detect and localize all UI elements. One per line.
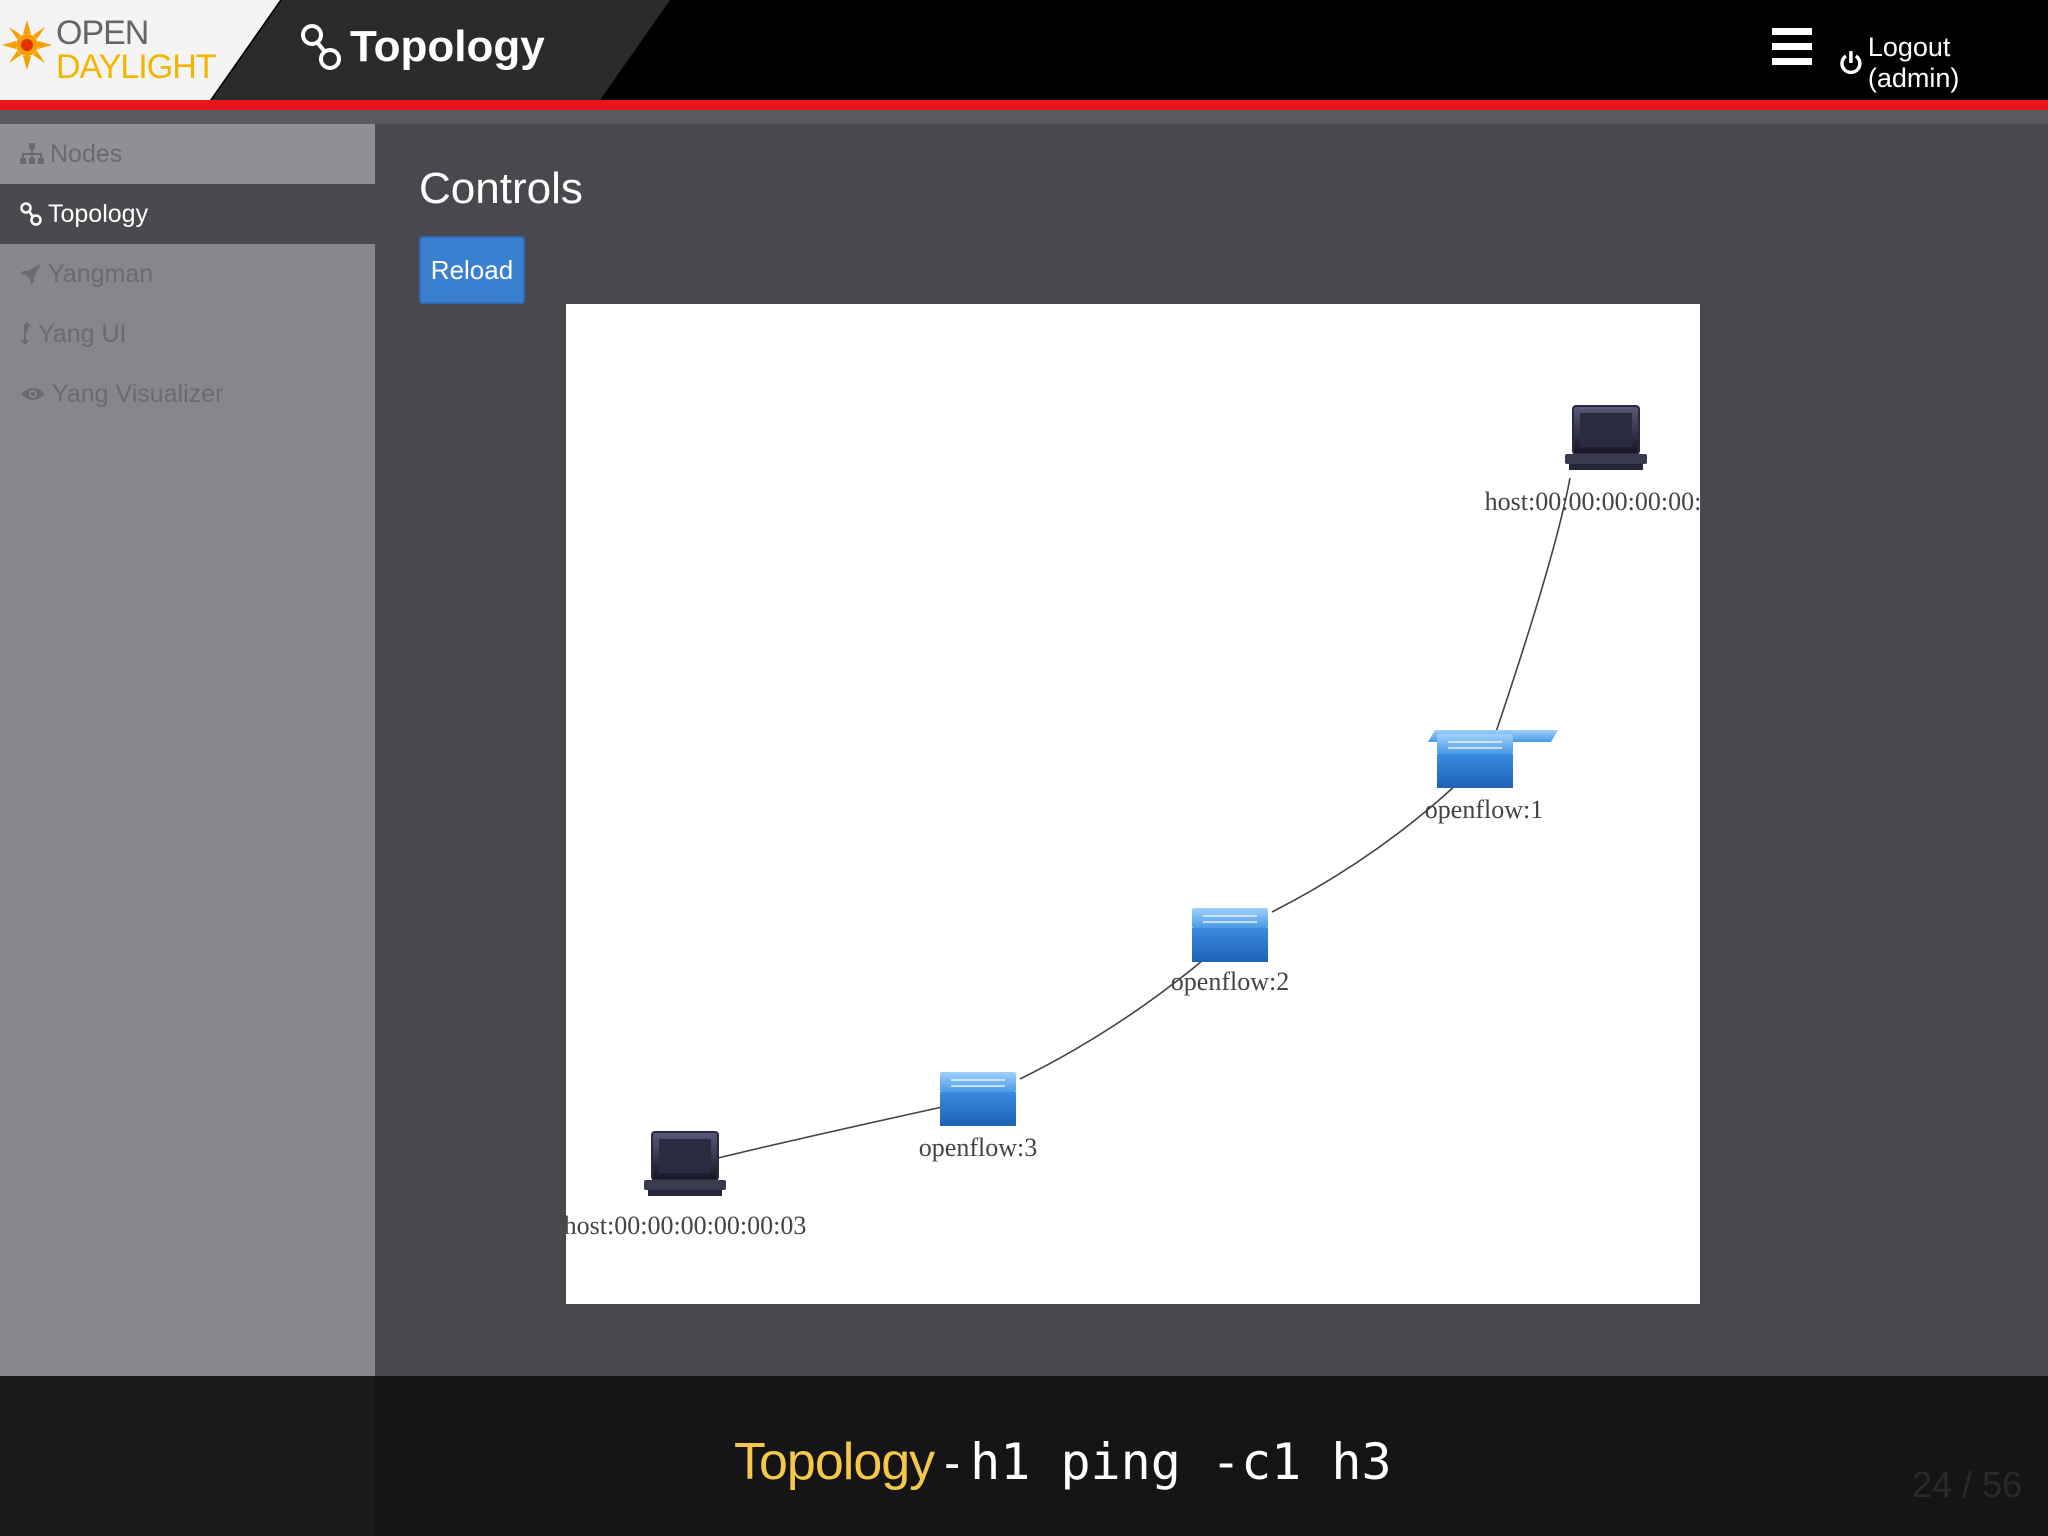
- node-label: host:00:00:00:00:00:01: [1485, 487, 1700, 516]
- sun-logo-icon: [2, 20, 52, 70]
- topology-graph[interactable]: host:00:00:00:00:00:01 openflow:1 openfl…: [566, 304, 1700, 1304]
- host-node-03[interactable]: host:00:00:00:00:00:03: [566, 1131, 806, 1240]
- logo-line-daylight: DAYLIGHT: [56, 48, 217, 86]
- logo-line-open: OPEN: [56, 14, 149, 52]
- slide-footer: Topology - h1 ping -c1 h3 24 / 56: [0, 1376, 2048, 1536]
- controls-title: Controls: [419, 164, 583, 213]
- header-divider-band: [0, 110, 2048, 124]
- node-label: host:00:00:00:00:00:03: [566, 1211, 806, 1240]
- node-label: openflow:3: [919, 1133, 1037, 1162]
- link-icon: [20, 202, 42, 226]
- caption-separator: -: [944, 1437, 961, 1490]
- sidebar-item-label: Nodes: [50, 139, 123, 168]
- node-label: openflow:1: [1425, 795, 1543, 824]
- main-content: Controls Reload host:00:00:00:00:00 open…: [375, 124, 2048, 1376]
- node-label: openflow:2: [1171, 967, 1289, 996]
- link-icon: [301, 24, 341, 70]
- sidebar-item-yangman[interactable]: Yangman: [0, 244, 375, 304]
- topology-canvas[interactable]: host:00:00:00:00:00:01 openflow:1 openfl…: [566, 304, 1700, 1304]
- host-node-01[interactable]: host:00:00:00:00:00:01: [1485, 405, 1700, 516]
- sidebar-item-label: Topology: [48, 199, 149, 228]
- sort-icon: [21, 322, 31, 345]
- logo-wordmark: OPEN DAYLIGHT: [56, 14, 217, 86]
- sidebar-item-label: Yangman: [48, 259, 154, 288]
- slide-caption: Topology - h1 ping -c1 h3: [734, 1432, 1392, 1492]
- caption-command: h1 ping -c1 h3: [970, 1433, 1392, 1491]
- slide-number: 24 / 56: [1912, 1464, 2023, 1505]
- switch-node-openflow2[interactable]: openflow:2: [1171, 908, 1289, 996]
- logout-link[interactable]: Logout (admin): [1840, 32, 2048, 94]
- sidebar-item-nodes[interactable]: Nodes: [0, 124, 375, 184]
- sidebar-item-label: Yang UI: [38, 319, 127, 348]
- logout-label: Logout (admin): [1867, 32, 1960, 93]
- hamburger-menu-icon[interactable]: [1772, 28, 1812, 68]
- sidebar-item-yang-visualizer[interactable]: Yang Visualizer: [0, 364, 375, 424]
- power-icon: [1840, 51, 1862, 75]
- footer-sidebar-strip: [0, 1376, 375, 1536]
- page-title: Topology: [350, 22, 545, 71]
- sidebar-item-topology[interactable]: Topology: [0, 184, 375, 244]
- reload-button[interactable]: Reload: [419, 236, 525, 304]
- sidebar-item-label: Yang Visualizer: [52, 379, 224, 408]
- link-host1-openflow1: [1495, 477, 1571, 733]
- top-bar: OPEN DAYLIGHT Topology Logout (admin): [0, 0, 2048, 100]
- switch-node-openflow3[interactable]: openflow:3: [919, 1072, 1037, 1162]
- rocket-icon: [21, 264, 41, 284]
- page-heading: Topology: [300, 22, 545, 72]
- header-accent-line: [0, 100, 2048, 110]
- sidebar: Nodes Topology Yangman Yang UI Yang Visu…: [0, 124, 375, 1376]
- eye-icon: [21, 388, 45, 400]
- sidebar-item-yang-ui[interactable]: Yang UI: [0, 304, 375, 364]
- switch-node-openflow1[interactable]: openflow:1: [1425, 730, 1558, 824]
- caption-title: Topology: [734, 1433, 935, 1491]
- sitemap-icon: [20, 143, 44, 164]
